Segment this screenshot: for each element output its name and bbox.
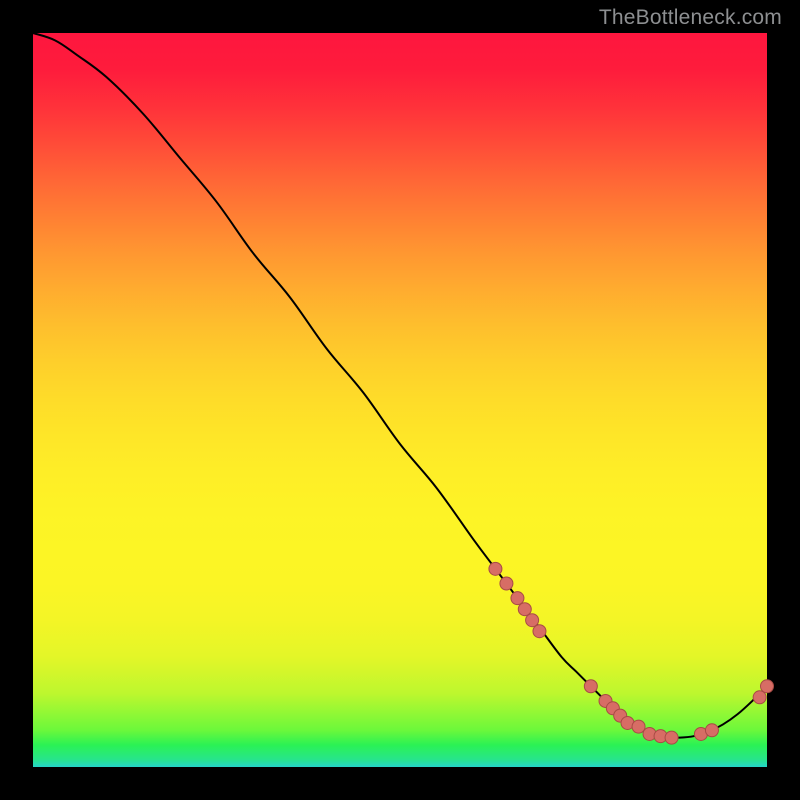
data-marker xyxy=(518,603,531,616)
data-marker xyxy=(761,680,774,693)
curve-line xyxy=(33,33,767,738)
watermark-text: TheBottleneck.com xyxy=(599,6,782,30)
data-marker xyxy=(665,731,678,744)
chart-stage: TheBottleneck.com xyxy=(0,0,800,800)
data-marker xyxy=(632,720,645,733)
data-marker xyxy=(584,680,597,693)
plot-svg xyxy=(33,33,767,767)
data-marker xyxy=(511,592,524,605)
data-marker xyxy=(489,562,502,575)
data-marker xyxy=(533,625,546,638)
data-marker xyxy=(500,577,513,590)
data-marker xyxy=(705,724,718,737)
data-marker xyxy=(753,691,766,704)
plot-area xyxy=(33,33,767,767)
data-marker xyxy=(526,614,539,627)
marker-layer xyxy=(489,562,774,744)
